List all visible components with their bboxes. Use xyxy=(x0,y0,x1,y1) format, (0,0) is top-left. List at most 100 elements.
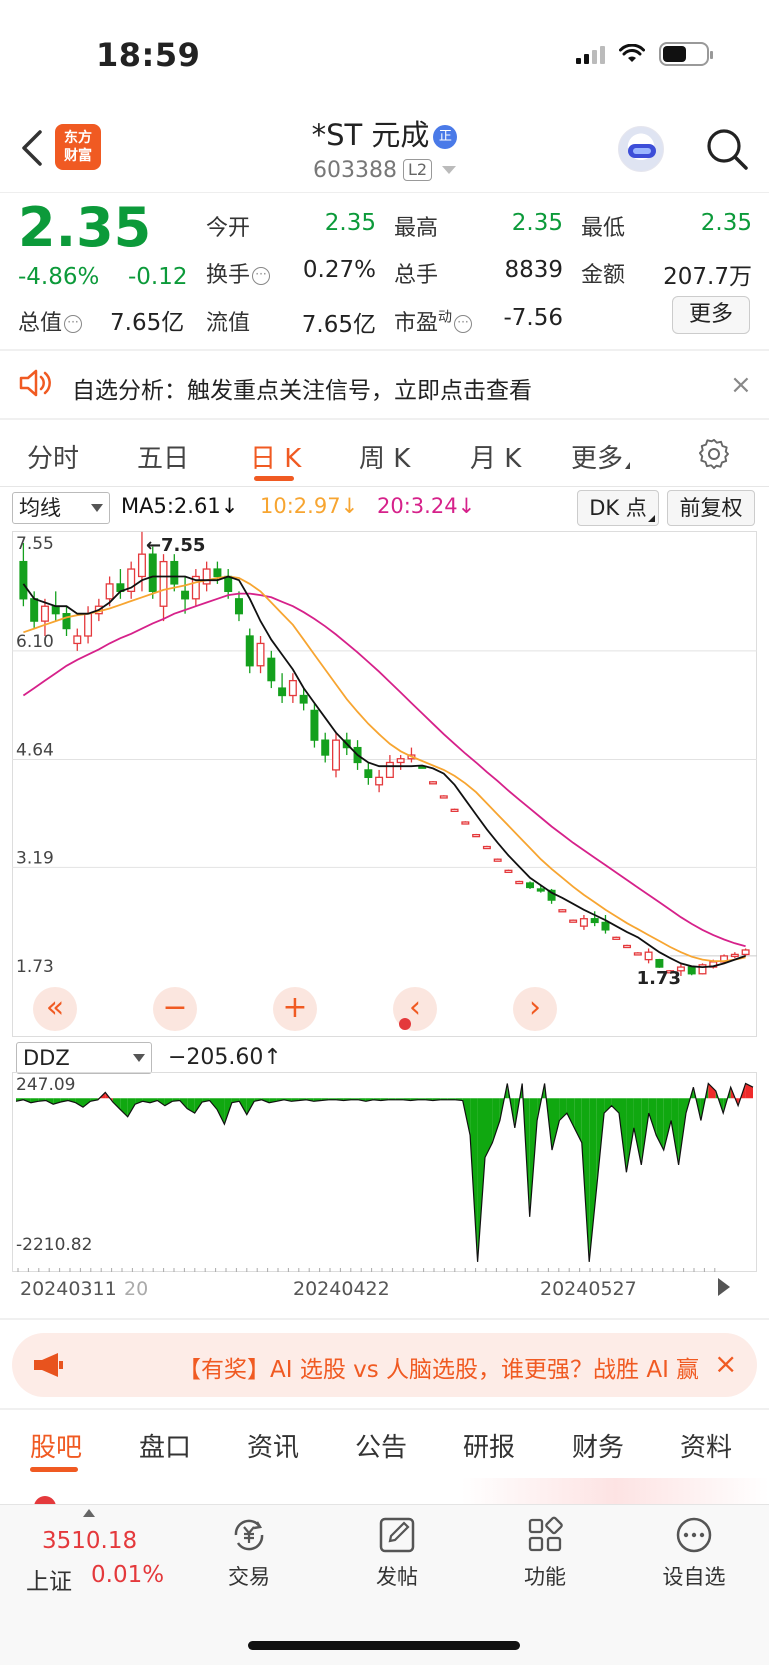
y-tick-label: -2210.82 xyxy=(16,1235,92,1255)
candle-body xyxy=(202,568,211,585)
chart-frame xyxy=(12,531,757,1037)
float-cap-value: 7.65亿 xyxy=(301,312,376,338)
candle-body xyxy=(375,776,384,786)
candle-body xyxy=(687,966,696,975)
yen-exchange-icon xyxy=(234,1519,264,1551)
tab-news[interactable]: 资讯 xyxy=(247,1427,299,1464)
active-dot xyxy=(399,1018,411,1030)
change-percent: -4.86% xyxy=(18,264,100,290)
tab-financials[interactable]: 财务 xyxy=(572,1427,624,1464)
candle-body xyxy=(493,858,502,862)
ma10-readout: 10:2.97↓ xyxy=(260,494,359,518)
candle-body xyxy=(472,833,481,838)
candle-body xyxy=(234,598,243,615)
candle-body xyxy=(612,936,621,940)
more-button[interactable]: 更多 xyxy=(672,296,750,334)
tab-monthly-k[interactable]: 月 K xyxy=(470,438,521,475)
promo-close-icon[interactable]: × xyxy=(714,1347,737,1380)
candle-body xyxy=(159,560,168,607)
dk-point-button[interactable]: DK 点 xyxy=(577,490,659,526)
play-icon[interactable] xyxy=(718,1278,730,1296)
more-dots-icon xyxy=(676,1517,712,1553)
tab-more[interactable]: 更多 xyxy=(571,438,631,475)
date-label: 20 xyxy=(124,1278,149,1300)
candle-body xyxy=(62,613,71,630)
index-change[interactable]: 0.01% xyxy=(91,1562,164,1588)
open-label: 今开 xyxy=(206,216,251,241)
candle-body xyxy=(245,635,254,667)
amount-label: 金额 xyxy=(581,263,626,288)
k-line-chart[interactable]: 7.55 6.10 4.64 3.19 1.73 ←7.55 1.73 xyxy=(12,531,757,1037)
grid-icon xyxy=(528,1516,563,1552)
candle-body xyxy=(299,694,308,704)
low-annotation: 1.73 xyxy=(637,968,681,989)
analysis-banner-text[interactable]: 自选分析：触发重点关注信号，立即点击查看 xyxy=(72,371,532,405)
ddz-area-segment xyxy=(604,1098,612,1114)
stock-code-text: 603388 xyxy=(312,158,397,183)
tab-intraday[interactable]: 分时 xyxy=(27,438,79,475)
ddz-area-segment xyxy=(492,1098,500,1143)
ddz-chart[interactable]: 247.09 -2210.82 xyxy=(12,1072,757,1272)
nav-post[interactable]: 发帖 xyxy=(347,1515,447,1591)
info-icon: ··· xyxy=(454,315,473,333)
candle-body xyxy=(655,958,664,968)
tab-research[interactable]: 研报 xyxy=(463,1427,515,1464)
nav-trade[interactable]: 交易 xyxy=(199,1515,299,1591)
candle-body xyxy=(51,605,60,615)
promo-text[interactable]: 【有奖】AI 选股 vs 人脑选股，谁更强？战胜 AI 赢 xyxy=(178,1350,698,1384)
forward-adjust-button[interactable]: 前复权 xyxy=(667,490,755,526)
ai-robot-icon[interactable] xyxy=(618,126,664,172)
high-annotation: ←7.55 xyxy=(146,535,206,556)
ma20-line xyxy=(22,592,746,948)
gear-icon[interactable] xyxy=(698,438,730,470)
scroll-left-fast-button[interactable]: « xyxy=(33,987,77,1031)
index-value[interactable]: 3510.18 xyxy=(42,1528,137,1554)
candle-body xyxy=(288,679,297,697)
zoom-out-button[interactable]: − xyxy=(153,987,197,1031)
candle-body xyxy=(213,568,222,578)
y-tick-label: 3.19 xyxy=(16,848,54,868)
total-cap-label[interactable]: 总值 ··· xyxy=(18,305,83,337)
sub-indicator-select[interactable]: DDZ xyxy=(16,1042,152,1074)
volume-value: 8839 xyxy=(504,257,563,283)
candle-body xyxy=(644,951,653,961)
nav-add-watchlist[interactable]: 设自选 xyxy=(644,1515,744,1591)
tab-announcements[interactable]: 公告 xyxy=(355,1427,407,1464)
search-icon[interactable] xyxy=(705,127,749,171)
active-tab-indicator xyxy=(30,1467,78,1472)
home-indicator xyxy=(248,1641,520,1650)
tab-five-day[interactable]: 五日 xyxy=(137,438,189,475)
date-label: 20240311 xyxy=(20,1278,117,1300)
active-tab-indicator xyxy=(254,476,294,481)
candle-body xyxy=(633,952,642,956)
pe-dynamic-mark: 动 xyxy=(438,309,453,326)
pe-label[interactable]: 市盈动 ··· xyxy=(394,305,473,337)
tab-weekly-k[interactable]: 周 K xyxy=(359,438,410,475)
expand-up-icon[interactable] xyxy=(83,1509,95,1517)
tab-pankou[interactable]: 盘口 xyxy=(139,1427,191,1464)
status-icons xyxy=(576,42,713,66)
scroll-right-button[interactable]: › xyxy=(513,987,557,1031)
speaker-icon xyxy=(19,369,51,397)
wifi-icon xyxy=(619,44,645,62)
turnover-value: 0.27% xyxy=(302,257,376,283)
nav-functions[interactable]: 功能 xyxy=(495,1515,595,1591)
zoom-in-button[interactable]: + xyxy=(273,987,317,1031)
divider xyxy=(0,486,769,487)
index-name[interactable]: 上证 xyxy=(26,1562,72,1596)
candle-body xyxy=(741,949,750,956)
tab-profile[interactable]: 资料 xyxy=(680,1427,732,1464)
amount-value: 207.7万 xyxy=(663,264,752,290)
pe-value: -7.56 xyxy=(503,305,563,331)
indicator-select[interactable]: 均线 xyxy=(12,492,110,524)
dropdown-icon xyxy=(91,504,103,512)
ddz-area-segment xyxy=(485,1098,493,1158)
tab-daily-k[interactable]: 日 K xyxy=(250,438,301,475)
turnover-label[interactable]: 换手 ··· xyxy=(206,257,271,289)
candle-body xyxy=(385,761,394,779)
ma20-readout: 20:3.24↓ xyxy=(377,494,476,518)
tab-guba[interactable]: 股吧 xyxy=(30,1427,82,1464)
banner-close-icon[interactable]: × xyxy=(730,370,752,400)
candle-body xyxy=(526,882,535,889)
ma5-line xyxy=(22,575,746,969)
